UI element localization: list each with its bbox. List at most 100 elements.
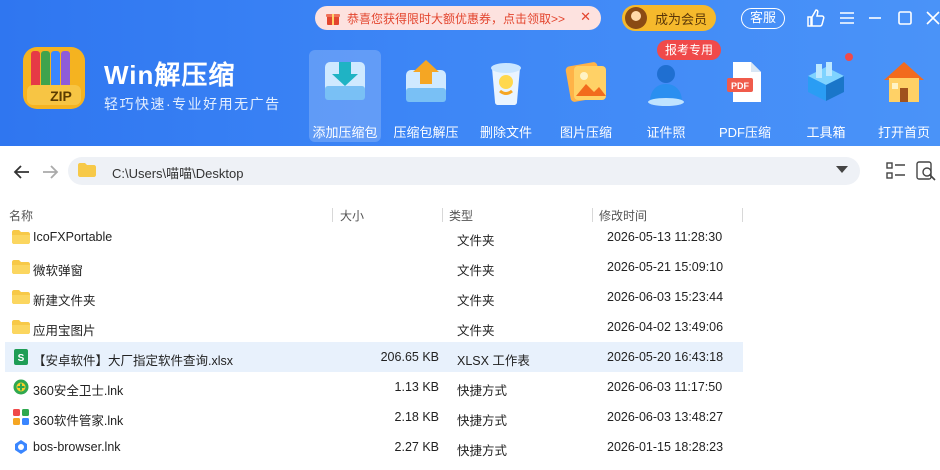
file-row[interactable]: 新建文件夹 文件夹 2026-06-03 15:23:44 <box>5 282 743 312</box>
id-photo-icon <box>648 65 684 106</box>
notification-dot <box>845 53 853 61</box>
app-header: ZIP Win解压缩 轻巧快速·专业好用无广告 恭喜您获得限时大额优惠券，点击领… <box>0 0 940 146</box>
menu-icon[interactable] <box>836 7 858 29</box>
forward-arrow-icon[interactable] <box>40 162 60 182</box>
file-row[interactable]: IcoFXPortable 文件夹 2026-05-13 11:28:30 <box>5 222 743 252</box>
file-type: 文件夹 <box>457 264 495 278</box>
file-row[interactable]: bos-browser.lnk 2.27 KB 快捷方式 2026-01-15 … <box>5 432 743 462</box>
tool-label: 工具箱 <box>806 125 846 140</box>
file-modified: 2026-06-03 15:23:44 <box>607 290 724 304</box>
360-security-icon <box>13 379 29 395</box>
tool-image-compress[interactable]: 图片压缩 <box>550 50 622 142</box>
file-size: 1.13 KB <box>394 380 439 394</box>
file-modified: 2026-06-03 11:17:50 <box>607 380 723 394</box>
file-row[interactable]: S 【安卓软件】大厂指定软件查询.xlsx 206.65 KB XLSX 工作表… <box>5 342 743 372</box>
add-archive-icon <box>325 62 365 100</box>
file-size: 2.18 KB <box>394 410 439 424</box>
close-icon[interactable] <box>922 7 940 29</box>
tool-delete-files[interactable]: 删除文件 <box>470 50 542 142</box>
file-row[interactable]: 360安全卫士.lnk 1.13 KB 快捷方式 2026-06-03 11:1… <box>5 372 743 402</box>
tool-label: 压缩包解压 <box>393 125 459 140</box>
file-modified: 2026-04-02 13:49:06 <box>607 320 724 334</box>
file-name: 360软件管家.lnk <box>33 414 124 428</box>
tool-label: 图片压缩 <box>559 125 612 140</box>
file-type: 快捷方式 <box>457 384 508 398</box>
file-name: 微软弹窗 <box>33 264 84 278</box>
image-compress-icon <box>565 62 606 102</box>
tool-id-photo[interactable]: 证件照 <box>630 50 702 142</box>
path-dropdown-icon[interactable] <box>836 166 848 173</box>
file-type: 快捷方式 <box>457 444 508 458</box>
svg-text:PDF: PDF <box>731 81 750 91</box>
file-row[interactable]: 应用宝图片 文件夹 2026-04-02 13:49:06 <box>5 312 743 342</box>
tool-label: PDF压缩 <box>718 125 771 140</box>
tool-open-home[interactable]: 打开首页 <box>868 50 940 142</box>
excel-icon: S <box>14 349 28 365</box>
tool-label: 添加压缩包 <box>312 125 378 140</box>
file-row[interactable]: 微软弹窗 文件夹 2026-05-21 15:09:10 <box>5 252 743 282</box>
file-size: 2.27 KB <box>394 440 439 454</box>
column-divider[interactable] <box>592 208 593 222</box>
folder-icon <box>12 230 30 244</box>
file-modified: 2026-05-13 11:28:30 <box>607 230 723 244</box>
extract-archive-icon <box>406 60 446 102</box>
file-name: 【安卓软件】大厂指定软件查询.xlsx <box>33 354 234 368</box>
tool-toolbox[interactable]: 工具箱 <box>790 50 862 142</box>
logo-text: ZIP <box>50 88 72 104</box>
gift-icon <box>326 14 340 25</box>
toolbox-icon <box>808 62 844 101</box>
file-name: bos-browser.lnk <box>33 440 121 454</box>
browser-icon <box>15 440 27 454</box>
column-divider[interactable] <box>742 208 743 222</box>
member-label: 成为会员 <box>655 11 708 27</box>
column-divider[interactable] <box>332 208 333 222</box>
tool-pdf-compress[interactable]: PDF PDF压缩 <box>709 50 781 142</box>
file-modified: 2026-06-03 13:48:27 <box>607 410 724 424</box>
file-name: 新建文件夹 <box>33 294 96 308</box>
promo-close-icon[interactable]: ✕ <box>580 9 591 25</box>
app-subtitle: 轻巧快速·专业好用无广告 <box>104 96 281 112</box>
service-button[interactable]: 客服 <box>741 8 785 29</box>
tool-label: 删除文件 <box>479 125 532 140</box>
app-logo-icon: ZIP <box>23 47 85 109</box>
list-view-icon[interactable] <box>885 161 907 181</box>
folder-icon <box>78 163 96 177</box>
tool-label: 打开首页 <box>877 125 930 140</box>
file-modified: 2026-05-20 16:43:18 <box>607 350 724 364</box>
file-type: 快捷方式 <box>457 414 508 428</box>
file-name: 360安全卫士.lnk <box>33 384 124 398</box>
file-type: XLSX 工作表 <box>457 354 530 368</box>
thumbs-up-icon[interactable] <box>804 7 826 29</box>
file-modified: 2026-01-15 18:28:23 <box>607 440 724 454</box>
file-type: 文件夹 <box>457 294 495 308</box>
360-software-icon <box>13 409 29 425</box>
svg-text:S: S <box>18 353 25 364</box>
file-name: 应用宝图片 <box>33 324 96 338</box>
member-button[interactable]: 成为会员 <box>622 5 716 31</box>
maximize-icon[interactable] <box>894 7 916 29</box>
folder-icon <box>12 260 30 274</box>
search-icon[interactable] <box>915 161 937 181</box>
file-type: 文件夹 <box>457 234 495 248</box>
app-title: Win解压缩 <box>104 60 236 90</box>
file-type: 文件夹 <box>457 324 495 338</box>
home-icon <box>884 62 924 102</box>
folder-icon <box>12 320 30 334</box>
avatar <box>625 7 647 29</box>
path-text: C:\Users\喵喵\Desktop <box>112 166 244 181</box>
file-size: 206.65 KB <box>380 350 439 364</box>
trash-icon <box>491 63 521 105</box>
tool-label: 证件照 <box>646 125 686 140</box>
file-modified: 2026-05-21 15:09:10 <box>607 260 724 274</box>
file-name: IcoFXPortable <box>33 230 113 244</box>
pdf-icon: PDF <box>727 62 761 102</box>
folder-icon <box>12 290 30 304</box>
tool-extract-archive[interactable]: 压缩包解压 <box>390 50 462 142</box>
back-arrow-icon[interactable] <box>12 162 32 182</box>
promo-banner[interactable]: 恭喜您获得限时大额优惠券，点击领取>> ✕ <box>315 6 601 30</box>
column-divider[interactable] <box>442 208 443 222</box>
minimize-icon[interactable] <box>864 7 886 29</box>
tool-add-archive[interactable]: 添加压缩包 <box>309 50 381 142</box>
file-row[interactable]: 360软件管家.lnk 2.18 KB 快捷方式 2026-06-03 13:4… <box>5 402 743 432</box>
promo-text: 恭喜您获得限时大额优惠券，点击领取>> <box>347 11 566 26</box>
